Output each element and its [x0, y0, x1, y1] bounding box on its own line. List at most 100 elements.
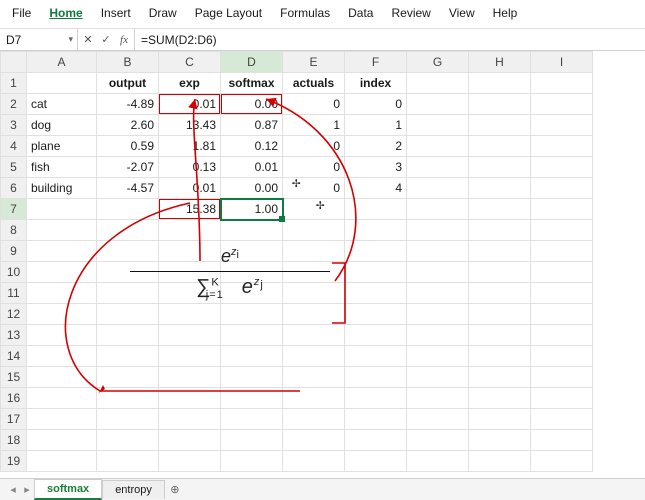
- cell-A5[interactable]: fish: [27, 157, 97, 178]
- cell-C1[interactable]: exp: [159, 73, 221, 94]
- col-header-H[interactable]: H: [469, 52, 531, 73]
- col-header-D[interactable]: D: [221, 52, 283, 73]
- cell-A3[interactable]: dog: [27, 115, 97, 136]
- cell-E2[interactable]: 0: [283, 94, 345, 115]
- cell-A6[interactable]: building: [27, 178, 97, 199]
- col-header-F[interactable]: F: [345, 52, 407, 73]
- cell-C6[interactable]: 0.01: [159, 178, 221, 199]
- select-all-corner[interactable]: [1, 52, 27, 73]
- cell-A2[interactable]: cat: [27, 94, 97, 115]
- row-header-7[interactable]: 7: [1, 199, 27, 220]
- cell-F5[interactable]: 3: [345, 157, 407, 178]
- row-header-8[interactable]: 8: [1, 220, 27, 241]
- cell-I5[interactable]: [531, 157, 593, 178]
- sheet-nav-next-icon[interactable]: ▸: [20, 483, 34, 496]
- cell-C2[interactable]: 0.01: [159, 94, 221, 115]
- cell-B5[interactable]: -2.07: [97, 157, 159, 178]
- row-header-4[interactable]: 4: [1, 136, 27, 157]
- col-header-G[interactable]: G: [407, 52, 469, 73]
- cell-D6[interactable]: 0.00: [221, 178, 283, 199]
- cell-I1[interactable]: [531, 73, 593, 94]
- cell-A1[interactable]: [27, 73, 97, 94]
- row-header-15[interactable]: 15: [1, 367, 27, 388]
- row-header-19[interactable]: 19: [1, 451, 27, 472]
- cell-E6[interactable]: 0: [283, 178, 345, 199]
- fx-icon[interactable]: fx: [116, 34, 132, 46]
- ribbon-tab-home[interactable]: Home: [49, 6, 82, 20]
- ribbon-tab-draw[interactable]: Draw: [149, 6, 177, 20]
- row-header-17[interactable]: 17: [1, 409, 27, 430]
- cell-H6[interactable]: [469, 178, 531, 199]
- ribbon-tab-review[interactable]: Review: [391, 6, 430, 20]
- accept-icon[interactable]: ✓: [98, 33, 114, 46]
- col-header-C[interactable]: C: [159, 52, 221, 73]
- cell-D3[interactable]: 0.87: [221, 115, 283, 136]
- cell-B7[interactable]: [97, 199, 159, 220]
- cell-F7[interactable]: [345, 199, 407, 220]
- cell-E1[interactable]: actuals: [283, 73, 345, 94]
- cell-G7[interactable]: [407, 199, 469, 220]
- cell-F1[interactable]: index: [345, 73, 407, 94]
- ribbon-tab-view[interactable]: View: [449, 6, 475, 20]
- namebox-dropdown-icon[interactable]: ▾: [68, 34, 73, 45]
- cell-D7[interactable]: 1.00: [221, 199, 283, 220]
- cell-C4[interactable]: 1.81: [159, 136, 221, 157]
- cell-B1[interactable]: output: [97, 73, 159, 94]
- cell-I2[interactable]: [531, 94, 593, 115]
- row-header-2[interactable]: 2: [1, 94, 27, 115]
- cell-A4[interactable]: plane: [27, 136, 97, 157]
- cell-C5[interactable]: 0.13: [159, 157, 221, 178]
- cell-I6[interactable]: [531, 178, 593, 199]
- cell-H4[interactable]: [469, 136, 531, 157]
- cell-G3[interactable]: [407, 115, 469, 136]
- cell-F4[interactable]: 2: [345, 136, 407, 157]
- cell-H5[interactable]: [469, 157, 531, 178]
- cell-D4[interactable]: 0.12: [221, 136, 283, 157]
- row-header-5[interactable]: 5: [1, 157, 27, 178]
- cell-H7[interactable]: [469, 199, 531, 220]
- cell-B6[interactable]: -4.57: [97, 178, 159, 199]
- cell-E4[interactable]: 0: [283, 136, 345, 157]
- cell-B4[interactable]: 0.59: [97, 136, 159, 157]
- col-header-A[interactable]: A: [27, 52, 97, 73]
- row-header-10[interactable]: 10: [1, 262, 27, 283]
- ribbon-tab-insert[interactable]: Insert: [101, 6, 131, 20]
- cell-C7[interactable]: 15.38: [159, 199, 221, 220]
- cell-H3[interactable]: [469, 115, 531, 136]
- row-header-3[interactable]: 3: [1, 115, 27, 136]
- ribbon-tab-help[interactable]: Help: [493, 6, 518, 20]
- sheet-tab-softmax[interactable]: softmax: [34, 479, 102, 500]
- formula-input[interactable]: =SUM(D2:D6): [135, 29, 645, 50]
- ribbon-tab-data[interactable]: Data: [348, 6, 373, 20]
- cell-I4[interactable]: [531, 136, 593, 157]
- col-header-I[interactable]: I: [531, 52, 593, 73]
- cell-D1[interactable]: softmax: [221, 73, 283, 94]
- cancel-icon[interactable]: ✕: [80, 33, 96, 46]
- ribbon-tab-pagelayout[interactable]: Page Layout: [195, 6, 262, 20]
- row-header-6[interactable]: 6: [1, 178, 27, 199]
- row-header-9[interactable]: 9: [1, 241, 27, 262]
- cell-B3[interactable]: 2.60: [97, 115, 159, 136]
- sheet-tab-entropy[interactable]: entropy: [102, 480, 165, 499]
- col-header-B[interactable]: B: [97, 52, 159, 73]
- cell-I7[interactable]: [531, 199, 593, 220]
- col-header-E[interactable]: E: [283, 52, 345, 73]
- cell-I3[interactable]: [531, 115, 593, 136]
- row-header-13[interactable]: 13: [1, 325, 27, 346]
- cell-C3[interactable]: 13.43: [159, 115, 221, 136]
- cell-H2[interactable]: [469, 94, 531, 115]
- row-header-18[interactable]: 18: [1, 430, 27, 451]
- cell-G6[interactable]: [407, 178, 469, 199]
- cell-G2[interactable]: [407, 94, 469, 115]
- add-sheet-icon[interactable]: ⊕: [165, 483, 185, 496]
- row-header-1[interactable]: 1: [1, 73, 27, 94]
- sheet-nav-prev-icon[interactable]: ◂: [6, 483, 20, 496]
- ribbon-tab-formulas[interactable]: Formulas: [280, 6, 330, 20]
- cell-D5[interactable]: 0.01: [221, 157, 283, 178]
- cell-B2[interactable]: -4.89: [97, 94, 159, 115]
- row-header-12[interactable]: 12: [1, 304, 27, 325]
- cell-G4[interactable]: [407, 136, 469, 157]
- ribbon-tab-file[interactable]: File: [12, 6, 31, 20]
- name-box[interactable]: D7 ▾: [0, 29, 78, 50]
- row-header-14[interactable]: 14: [1, 346, 27, 367]
